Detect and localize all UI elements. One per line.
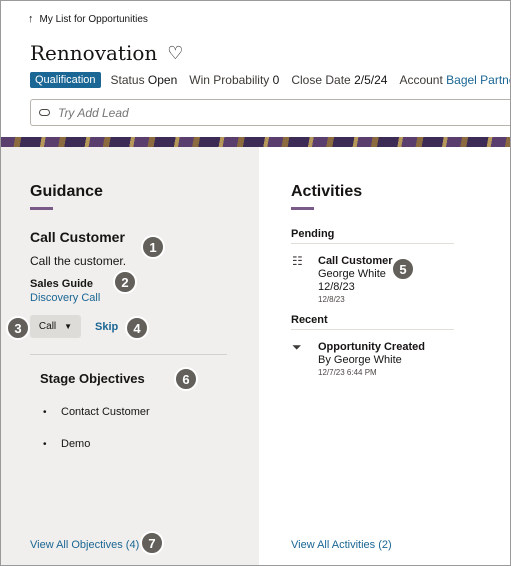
account-link[interactable]: Bagel Partners Inc	[446, 73, 510, 87]
heart-icon[interactable]: ♡	[167, 44, 183, 62]
account-field: Account Bagel Partners Inc	[399, 73, 510, 87]
call-button-label: Call	[38, 321, 57, 332]
objectives-title: Stage Objectives	[40, 371, 145, 386]
opportunity-page: ↑ My List for Opportunities Rennovation …	[0, 0, 511, 566]
objective-label: Demo	[61, 438, 91, 450]
guidance-title: Guidance	[30, 183, 103, 200]
stage-badge: Qualification	[30, 72, 101, 88]
recent-activity-owner: By George White	[318, 354, 402, 366]
guidance-underline	[30, 207, 53, 210]
lead-icon	[39, 109, 50, 116]
arrow-up-icon: ↑	[28, 13, 34, 25]
pending-divider	[291, 243, 454, 244]
task-text: Call the customer.	[30, 254, 127, 268]
title-row: Rennovation ♡	[30, 41, 183, 65]
objective-label: Contact Customer	[61, 406, 150, 418]
bullet-icon: •	[43, 406, 47, 418]
skip-link[interactable]: Skip	[95, 321, 118, 333]
divider	[30, 354, 227, 355]
callout-2: 2	[113, 270, 137, 294]
pending-activity-date-small: 12/8/23	[318, 295, 345, 304]
checklist-icon: ☷	[292, 254, 303, 268]
status-label: Status	[110, 73, 145, 87]
funnel-icon: ⏷	[292, 340, 302, 354]
opportunity-summary: Qualification Status Open Win Probabilit…	[30, 72, 510, 88]
pending-activity-owner: George White	[318, 268, 386, 280]
close-date-field: Close Date 2/5/24	[291, 73, 387, 87]
activities-panel: Activities Pending ☷ Call Customer Georg…	[259, 147, 510, 565]
sales-guide-label: Sales Guide	[30, 278, 93, 290]
win-probability-label: Win Probability	[189, 73, 270, 87]
objective-item: • Demo	[43, 438, 90, 450]
callout-3: 3	[6, 316, 30, 340]
objective-item: • Contact Customer	[43, 406, 150, 418]
callout-1: 1	[141, 235, 165, 259]
status-field: Status Open	[111, 73, 178, 87]
close-date-label: Close Date	[291, 73, 351, 87]
win-probability-value: 0	[272, 73, 280, 87]
pending-label: Pending	[291, 228, 335, 240]
bullet-icon: •	[43, 438, 47, 450]
activities-title: Activities	[291, 183, 363, 200]
page-title: Rennovation	[30, 41, 158, 65]
call-button[interactable]: Call ▼	[30, 315, 81, 338]
view-all-objectives-link[interactable]: View All Objectives (4)	[30, 539, 139, 551]
pending-activity-date: 12/8/23	[318, 281, 355, 293]
guidance-panel: Guidance Call Customer Call the customer…	[1, 147, 259, 565]
view-all-activities-link[interactable]: View All Activities (2)	[291, 539, 392, 551]
breadcrumb[interactable]: ↑ My List for Opportunities	[28, 13, 148, 25]
add-lead-input[interactable]	[58, 105, 458, 120]
callout-4: 4	[125, 316, 149, 340]
sales-guide-link[interactable]: Discovery Call	[30, 292, 100, 304]
activities-underline	[291, 207, 314, 210]
close-date-value: 2/5/24	[354, 73, 388, 87]
recent-activity-timestamp: 12/7/23 6:44 PM	[318, 368, 377, 377]
recent-label: Recent	[291, 314, 328, 326]
task-title: Call Customer	[30, 229, 125, 245]
callout-6: 6	[174, 367, 198, 391]
pending-activity-title[interactable]: Call Customer	[318, 255, 393, 267]
callout-7: 7	[140, 531, 164, 555]
win-probability-field: Win Probability 0	[189, 73, 279, 87]
recent-activity-title[interactable]: Opportunity Created	[318, 341, 425, 353]
callout-5: 5	[391, 257, 415, 281]
status-value: Open	[147, 73, 178, 87]
breadcrumb-label: My List for Opportunities	[39, 13, 148, 25]
decorative-banner	[1, 137, 510, 147]
recent-divider	[291, 329, 454, 330]
chevron-down-icon: ▼	[64, 322, 73, 331]
add-lead-field[interactable]	[30, 99, 510, 126]
account-label: Account	[399, 73, 443, 87]
